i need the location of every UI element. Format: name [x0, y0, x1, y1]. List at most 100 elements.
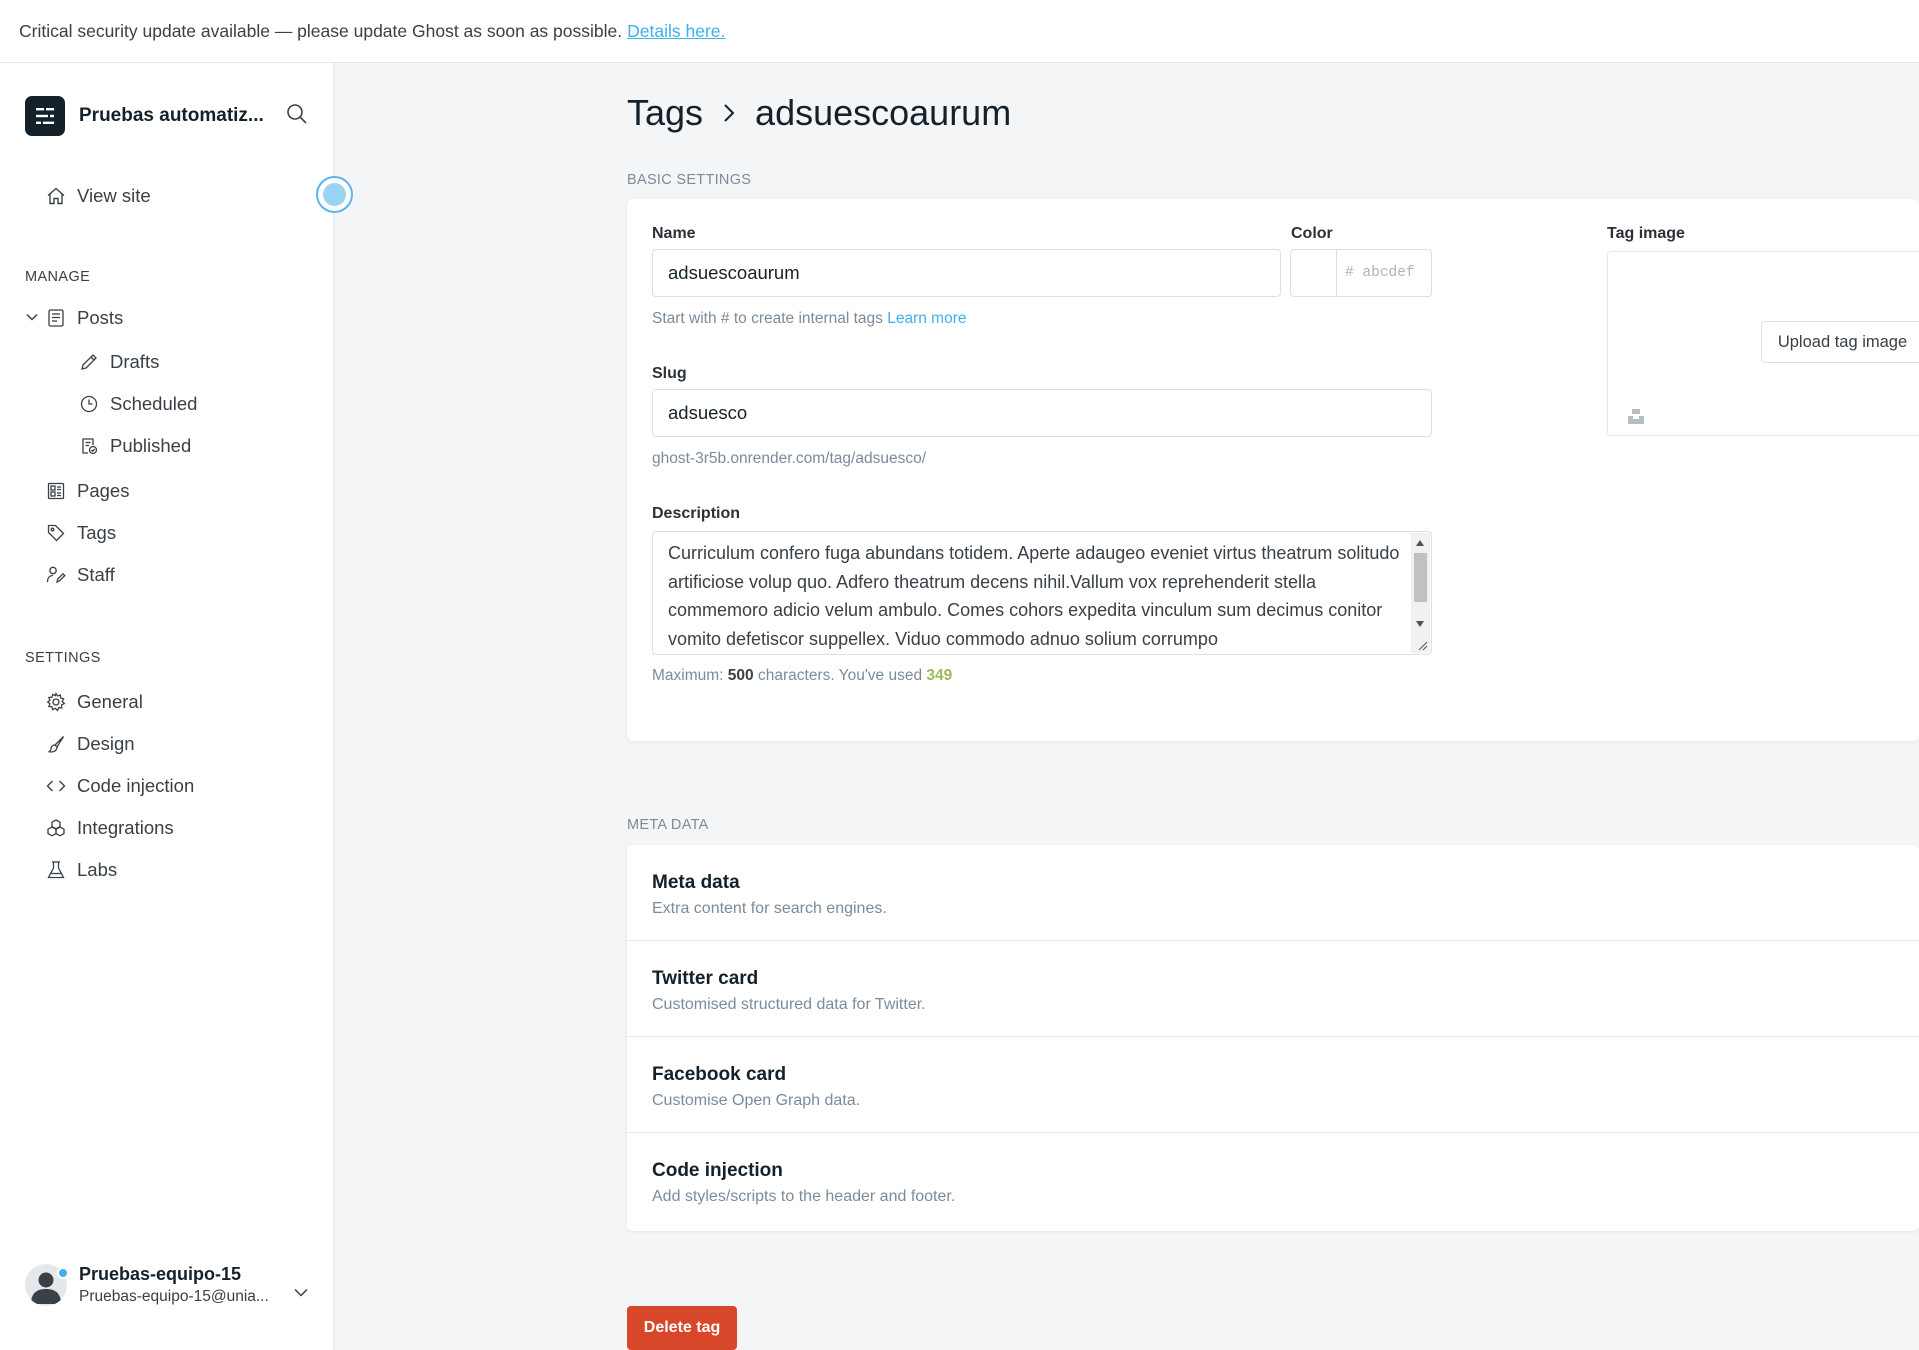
security-banner: Critical security update available — ple… [0, 0, 1919, 63]
color-swatch[interactable] [1290, 249, 1336, 297]
pencil-icon [81, 354, 97, 370]
breadcrumb-tags-link[interactable]: Tags [627, 92, 703, 134]
delete-tag-button[interactable]: Delete tag [627, 1306, 737, 1350]
settings-heading: SETTINGS [25, 650, 101, 666]
facebook-card-title: Facebook card [652, 1064, 787, 1085]
page-title: adsuescoaurum [755, 92, 1012, 133]
code-injection-label: Code injection [77, 775, 195, 796]
posts-label: Posts [77, 307, 124, 328]
nav-design[interactable]: Design [46, 733, 135, 755]
slug-url: ghost-3r5b.onrender.com/tag/adsuesco/ [652, 450, 927, 467]
nav-pages[interactable]: Pages [46, 480, 129, 502]
color-input[interactable]: # abcdef [1336, 249, 1432, 297]
general-label: General [77, 691, 143, 712]
clock-icon [80, 395, 98, 413]
meta-settings-card: Meta data Extra content for search engin… [627, 845, 1919, 1231]
chevron-down-icon[interactable] [292, 1283, 310, 1306]
count-used: 349 [926, 667, 953, 684]
published-icon [82, 438, 98, 455]
pages-label: Pages [77, 480, 130, 501]
name-hint: Start with # to create internal tags Lea… [652, 310, 966, 328]
user-email: Pruebas-equipo-15@unia... [79, 1288, 269, 1305]
published-label: Published [110, 435, 192, 456]
user-status-dot [57, 1267, 69, 1279]
code-injection-row[interactable]: Code injection Add styles/scripts to the… [627, 1133, 1919, 1231]
facebook-card-desc: Customise Open Graph data. [652, 1092, 861, 1109]
nav-published[interactable]: Published [79, 435, 191, 457]
twitter-card-desc: Customised structured data for Twitter. [652, 996, 926, 1013]
staff-label: Staff [77, 564, 115, 585]
nav-code-injection[interactable]: Code injection [46, 775, 194, 797]
description-text: Curriculum confero fuga abundans totidem… [668, 543, 1400, 649]
breadcrumb: Tags adsuescoaurum [627, 92, 1011, 134]
drafts-label: Drafts [110, 351, 160, 372]
nav-integrations[interactable]: Integrations [46, 817, 174, 839]
sidebar: Pruebas automatiz... View site MANAGE Po… [0, 63, 353, 1350]
site-logo-icon [25, 96, 65, 136]
count-middle: characters. You've used [757, 667, 923, 684]
facebook-card-row[interactable]: Facebook card Customise Open Graph data. [627, 1037, 1919, 1133]
slug-input[interactable] [652, 389, 1432, 437]
site-brand[interactable]: Pruebas automatiz... [25, 96, 269, 136]
tags-label: Tags [77, 522, 117, 543]
name-hint-text: Start with # to create internal tags [652, 310, 883, 327]
home-icon [47, 187, 65, 205]
code-injection-desc: Add styles/scripts to the header and foo… [652, 1188, 956, 1205]
nav-tags[interactable]: Tags [46, 522, 116, 544]
twitter-card-title: Twitter card [652, 968, 759, 989]
chevron-right-icon [721, 101, 737, 125]
design-label: Design [77, 733, 135, 754]
name-label: Name [652, 225, 696, 242]
name-input[interactable] [652, 249, 1281, 297]
banner-details-link[interactable]: Details here. [627, 21, 725, 42]
color-label: Color [1291, 225, 1333, 242]
pages-icon [47, 482, 65, 500]
tag-image-label: Tag image [1607, 225, 1685, 242]
flask-icon [47, 861, 65, 879]
site-title: Pruebas automatiz... [79, 105, 264, 126]
nav-drafts[interactable]: Drafts [79, 351, 159, 373]
description-label: Description [652, 505, 741, 522]
integrations-label: Integrations [77, 817, 174, 838]
upload-tag-image-button[interactable]: Upload tag image [1761, 321, 1919, 363]
description-textarea[interactable]: Curriculum confero fuga abundans totidem… [652, 531, 1432, 655]
tag-icon [47, 524, 65, 542]
slug-label: Slug [652, 365, 687, 382]
user-name: Pruebas-equipo-15 [79, 1264, 242, 1284]
nav-labs[interactable]: Labs [46, 859, 117, 881]
nav-posts[interactable]: Posts [46, 307, 123, 329]
basic-settings-heading: BASIC SETTINGS [627, 172, 752, 188]
nav-scheduled[interactable]: Scheduled [79, 393, 197, 415]
onboarding-pulse-indicator[interactable] [316, 176, 353, 213]
count-prefix: Maximum: [652, 667, 724, 684]
integrations-icon [47, 819, 65, 837]
brush-icon [48, 736, 65, 753]
code-icon [46, 780, 66, 792]
staff-icon [46, 566, 66, 584]
twitter-card-row[interactable]: Twitter card Customised structured data … [627, 941, 1919, 1037]
basic-settings-card: Name Start with # to create internal tag… [627, 199, 1919, 741]
scroll-down-arrow-icon[interactable] [1416, 621, 1424, 627]
posts-expand-chevron-icon[interactable] [25, 310, 39, 329]
resize-handle-icon[interactable] [1418, 641, 1428, 651]
nav-view-site[interactable]: View site [46, 185, 151, 207]
nav-general[interactable]: General [46, 691, 143, 713]
scroll-up-arrow-icon[interactable] [1416, 540, 1424, 546]
code-injection-title: Code injection [652, 1160, 783, 1181]
meta-data-desc: Extra content for search engines. [652, 900, 887, 917]
scrollbar-thumb[interactable] [1414, 553, 1427, 602]
description-scrollbar[interactable] [1411, 533, 1430, 653]
meta-data-title: Meta data [652, 872, 740, 893]
search-icon[interactable] [285, 102, 309, 131]
meta-data-row[interactable]: Meta data Extra content for search engin… [627, 845, 1919, 941]
count-max: 500 [727, 667, 754, 684]
banner-message: Critical security update available — ple… [19, 20, 623, 41]
posts-icon [48, 309, 64, 327]
character-count: Maximum: 500 characters. You've used 349 [652, 667, 952, 685]
labs-label: Labs [77, 859, 118, 880]
learn-more-link[interactable]: Learn more [887, 310, 966, 327]
meta-data-heading: META DATA [627, 817, 709, 833]
gear-icon [46, 692, 66, 712]
nav-staff[interactable]: Staff [46, 564, 115, 586]
unsplash-icon[interactable] [1627, 407, 1645, 430]
